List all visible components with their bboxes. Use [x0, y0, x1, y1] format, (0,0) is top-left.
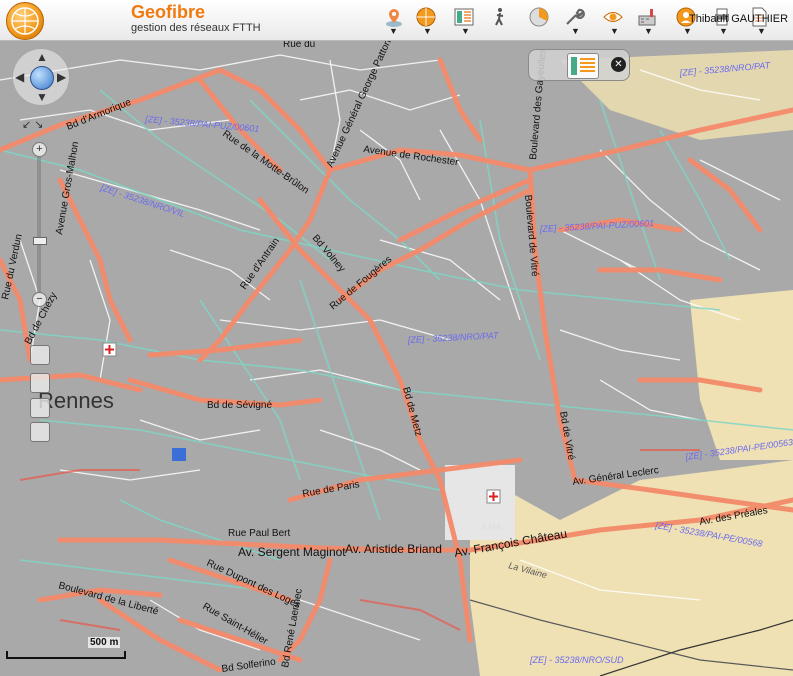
user-name[interactable]: Thibault GAUTHIER [689, 13, 788, 25]
scale-bar: 500 m [4, 637, 126, 661]
zoom-box-icon[interactable] [30, 373, 50, 393]
rotate-icons[interactable]: ↙ ↘ [22, 118, 44, 131]
street-label: Rue du [283, 41, 315, 50]
close-icon[interactable]: ✕ [611, 57, 626, 72]
globe-icon[interactable] [30, 66, 54, 90]
scale-line [6, 651, 126, 659]
header-bar: Geofibre gestion des réseaux FTTH ▼ ▼ ▼ … [0, 0, 793, 41]
chevron-down-icon[interactable]: ▼ [683, 26, 692, 36]
pan-right-icon[interactable]: ▶ [57, 71, 66, 83]
chevron-down-icon[interactable]: ▼ [610, 26, 619, 36]
app-title: Geofibre [131, 2, 206, 22]
factory-icon[interactable] [636, 6, 658, 28]
zoom-extent-icon[interactable] [30, 398, 50, 418]
measure-icon[interactable] [30, 422, 50, 442]
chevron-down-icon[interactable]: ▼ [757, 26, 766, 36]
scale-label: 500 m [88, 637, 121, 648]
pie-chart-icon[interactable] [528, 6, 550, 28]
wrench-icon[interactable] [563, 6, 585, 28]
street-label: Av. Sergent Maginot [238, 545, 346, 559]
map-canvas[interactable]: Bd d'Armorique Avenue Gros-Malhon Rue de… [0, 41, 793, 676]
street-label: Rue Paul Bert [228, 528, 290, 539]
zoom-track[interactable] [37, 156, 41, 300]
layer-switcher[interactable]: ✕ [528, 49, 630, 81]
zoom-thumb[interactable] [33, 237, 47, 245]
street-label: Av. Aristide Briand [345, 542, 442, 556]
chevron-down-icon[interactable]: ▼ [719, 26, 728, 36]
street-label: Bd de Sévigné [207, 400, 272, 411]
app-subtitle: gestion des réseaux FTTH [131, 22, 261, 34]
layers-list-icon[interactable] [453, 6, 475, 28]
chevron-down-icon[interactable]: ▼ [644, 26, 653, 36]
pan-down-icon[interactable]: ▼ [36, 91, 48, 103]
map-pin-icon[interactable] [383, 6, 405, 28]
geofibre-logo[interactable] [6, 2, 44, 40]
pan-control[interactable]: ▲ ▼ ◀ ▶ [12, 48, 70, 106]
chevron-down-icon[interactable]: ▼ [571, 26, 580, 36]
history-back-icon[interactable] [30, 345, 50, 365]
place-label: KMA [482, 522, 502, 532]
pan-up-icon[interactable]: ▲ [36, 51, 48, 63]
chevron-down-icon[interactable]: ▼ [461, 26, 470, 36]
orange-globe-icon[interactable] [415, 6, 437, 28]
zoom-slider[interactable]: + − [32, 142, 47, 314]
chevron-down-icon[interactable]: ▼ [389, 26, 398, 36]
pan-left-icon[interactable]: ◀ [15, 71, 24, 83]
zone-label: [ZE] - 35238/NRO/SUD [529, 655, 624, 665]
eye-icon[interactable] [602, 6, 624, 28]
layers-list-icon[interactable] [567, 53, 599, 79]
chevron-down-icon[interactable]: ▼ [423, 26, 432, 36]
zoom-in-button[interactable]: + [32, 142, 47, 157]
pedestrian-icon[interactable] [489, 6, 511, 28]
zoom-out-button[interactable]: − [32, 292, 47, 307]
